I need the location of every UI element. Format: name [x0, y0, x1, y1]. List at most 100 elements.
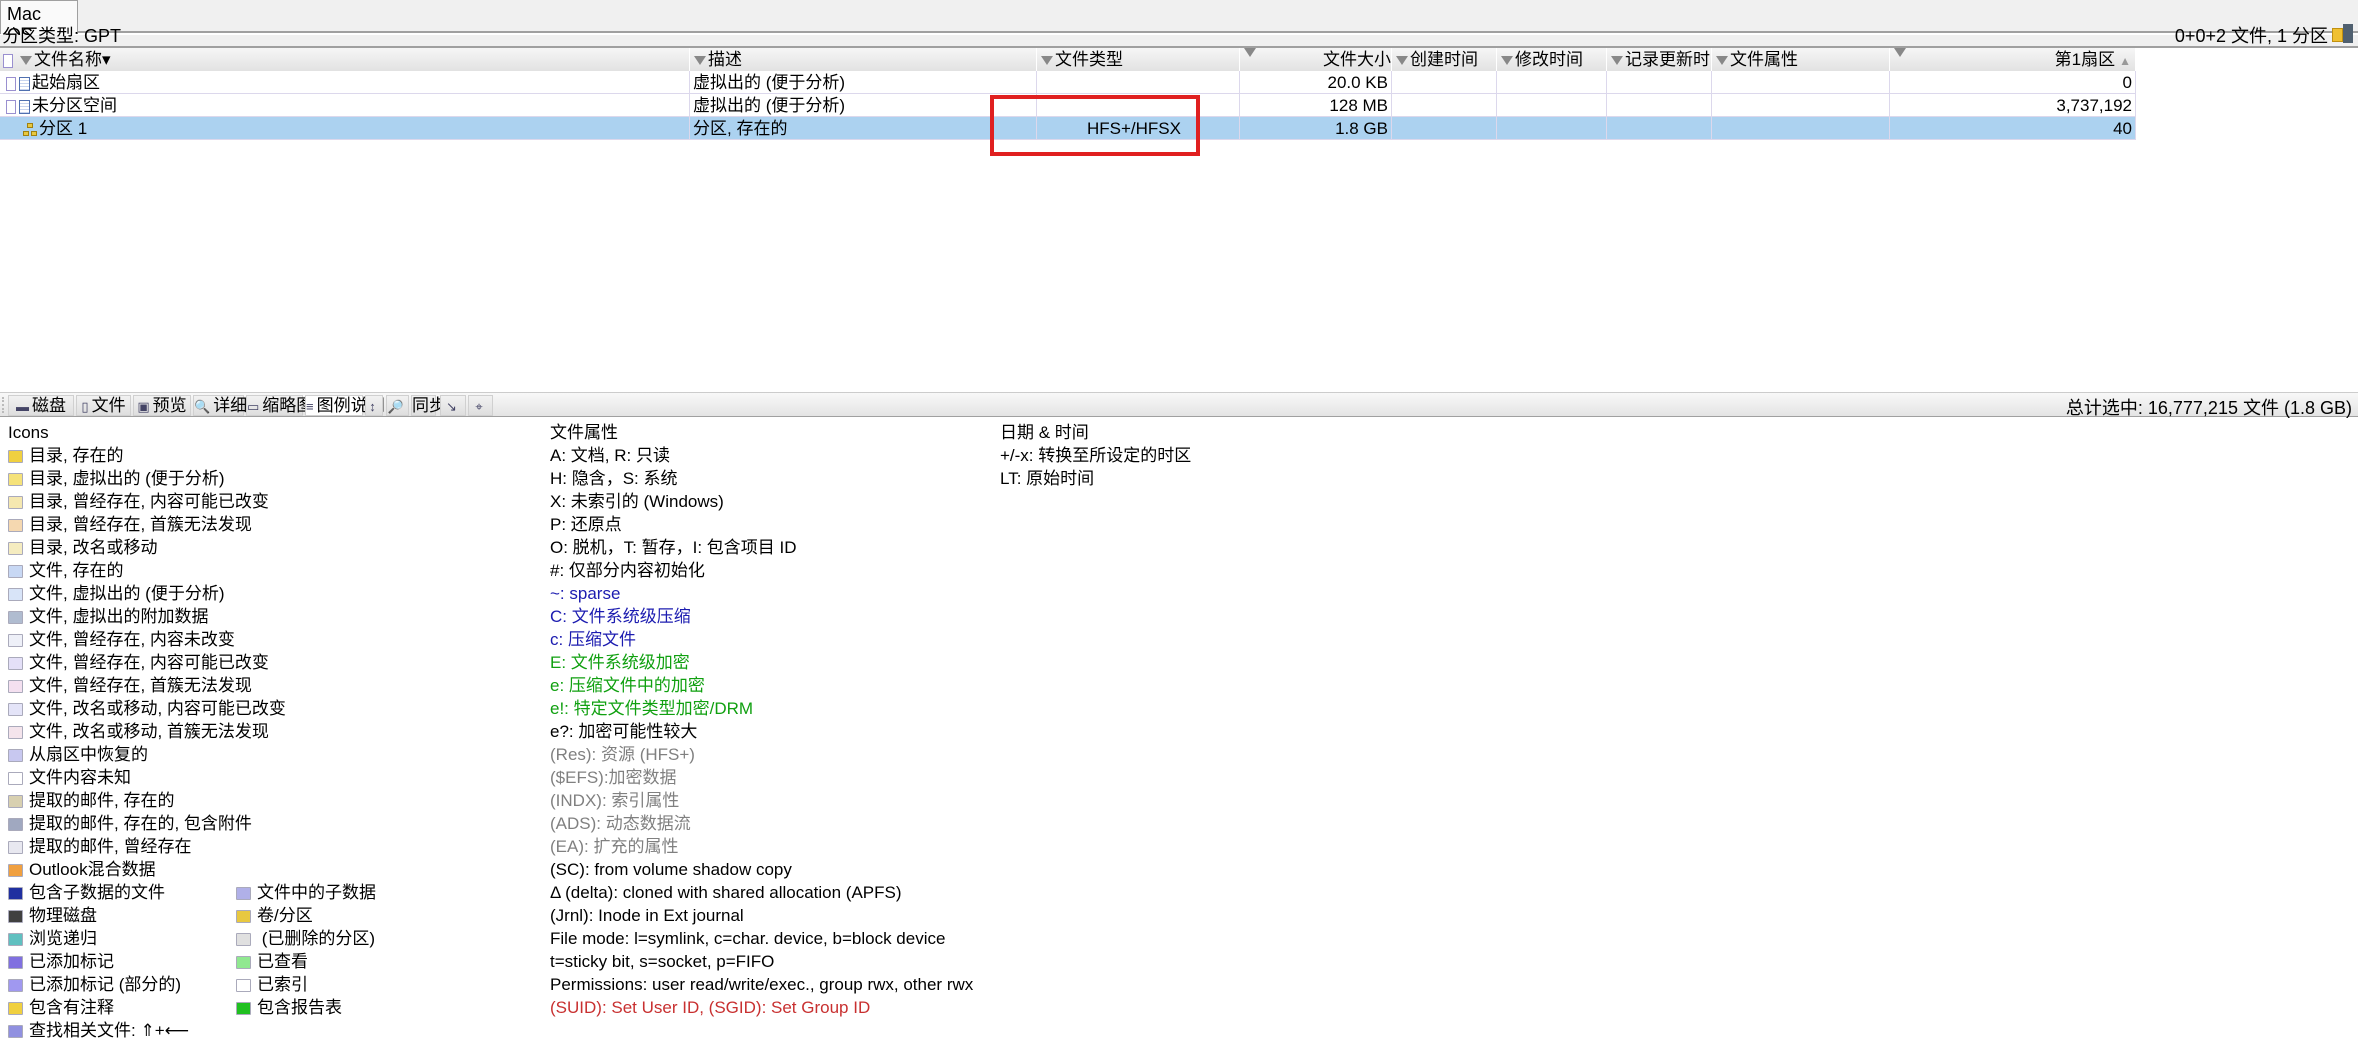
cell-file-attributes	[1712, 117, 1890, 140]
column-header-label: 文件名称	[34, 50, 102, 69]
tab-search-folder[interactable]: 🔎	[386, 395, 409, 416]
legend-icon-item: 目录, 改名或移动	[8, 536, 157, 559]
tab-legend[interactable]: ≡ 图例说明	[305, 395, 385, 416]
legend-text: Δ (delta): cloned with shared allocation…	[550, 883, 902, 902]
legend-attribute-item: (Jrnl): Inode in Ext journal	[550, 904, 744, 927]
legend-item-icon	[8, 841, 23, 855]
filter-icon[interactable]	[1244, 48, 1256, 57]
column-header-file-type[interactable]: 文件类型	[1037, 48, 1240, 71]
legend-attribute-item: File mode: l=symlink, c=char. device, b=…	[550, 927, 945, 950]
filter-icon[interactable]	[1041, 56, 1053, 66]
filter-icon[interactable]	[20, 56, 32, 66]
legend-text: ~: sparse	[550, 584, 621, 603]
row-checkbox[interactable]	[6, 76, 16, 91]
tab-details[interactable]: 🔍 详细	[193, 395, 247, 416]
legend-item-icon	[8, 496, 23, 510]
legend-text: A: 文档, R: 只读	[550, 446, 670, 465]
cell-text: 虚拟出的 (便于分析)	[693, 73, 846, 92]
legend-item-icon	[236, 979, 251, 993]
select-all-checkbox[interactable]	[3, 53, 13, 68]
cell-text: 分区 1	[39, 119, 88, 138]
legend-icon-item: 文件, 改名或移动, 首簇无法发现	[8, 720, 269, 743]
legend-text: 已索引	[257, 975, 308, 994]
cell-description: 分区, 存在的	[690, 117, 1037, 140]
legend-text: Icons	[8, 423, 49, 442]
column-header-file-attributes[interactable]: 文件属性	[1712, 48, 1890, 71]
column-header-file-size[interactable]: 文件大小	[1240, 48, 1392, 71]
legend-attribute-item: ($EFS):加密数据	[550, 766, 677, 789]
legend-icon-item: 卷/分区	[236, 904, 313, 927]
legend-text: 查找相关文件: ⇑+⟵	[29, 1021, 189, 1040]
details-icon: 🔍	[194, 399, 211, 414]
cell-file-size: 128 MB	[1240, 94, 1392, 117]
tab-resize[interactable]: ↕	[365, 395, 383, 416]
legend-attribute-item: ~: sparse	[550, 582, 620, 605]
folder-save-icon[interactable]	[2332, 24, 2354, 44]
legend-item-icon	[236, 933, 251, 947]
legend-icon-item: 提取的邮件, 存在的, 包含附件	[8, 812, 252, 835]
column-header-description[interactable]: 描述	[690, 48, 1037, 71]
cell-record-updated	[1607, 71, 1712, 94]
column-header-first-sector[interactable]: 第1扇区 ▲	[1890, 48, 2136, 71]
table-row[interactable]: 起始扇区 虚拟出的 (便于分析) 20.0 KB 0	[0, 71, 2136, 94]
legend-text: c: 压缩文件	[550, 630, 636, 649]
legend-icon-item: 目录, 虚拟出的 (便于分析)	[8, 467, 225, 490]
legend-attribute-item: C: 文件系统级压缩	[550, 605, 691, 628]
legend-attribute-item: Δ (delta): cloned with shared allocation…	[550, 881, 902, 904]
column-header-label: 文件属性	[1730, 50, 1798, 69]
legend-icon-item: 已添加标记 (部分的)	[8, 973, 181, 996]
legend-text: 文件, 改名或移动, 首簇无法发现	[29, 722, 269, 741]
cell-text: 40	[2113, 119, 2132, 138]
column-header-label: 创建时间	[1410, 50, 1478, 69]
legend-text: (Res): 资源 (HFS+)	[550, 745, 695, 764]
row-checkbox[interactable]	[6, 99, 16, 114]
tab-[interactable]: 同步	[411, 395, 446, 416]
legend-text: 文件, 曾经存在, 内容可能已改变	[29, 653, 269, 672]
tab-file[interactable]: ▯ 文件	[76, 395, 131, 416]
legend-item-icon	[8, 703, 23, 717]
column-header-name[interactable]: 文件名称▾	[0, 48, 690, 71]
column-header-record-updated[interactable]: 记录更新时	[1607, 48, 1712, 71]
legend-text: E: 文件系统级加密	[550, 653, 690, 672]
filter-icon[interactable]	[1396, 56, 1408, 66]
legend-attribute-item: (ADS): 动态数据流	[550, 812, 691, 835]
column-header-modified-time[interactable]: 修改时间	[1497, 48, 1607, 71]
legend-text: C: 文件系统级压缩	[550, 607, 691, 626]
legend-text: 物理磁盘	[29, 906, 97, 925]
legend-icon-item: 文件, 曾经存在, 内容未改变	[8, 628, 235, 651]
legend-icons-title: Icons	[8, 421, 49, 444]
legend-attribute-item: t=sticky bit, s=socket, p=FIFO	[550, 950, 774, 973]
legend-item-icon	[8, 864, 23, 878]
sort-asc-icon: ▲	[2119, 54, 2131, 68]
column-header-label: 修改时间	[1515, 50, 1583, 69]
legend-text: e: 压缩文件中的加密	[550, 676, 705, 695]
column-header-label: 第1扇区	[2054, 50, 2116, 69]
tab-target[interactable]: ⌖	[468, 395, 493, 416]
resize-icon: ↕	[369, 399, 376, 414]
legend-icon-item: 物理磁盘	[8, 904, 97, 927]
tab-preview[interactable]: ▣ 预览	[133, 395, 191, 416]
filter-icon[interactable]	[1501, 56, 1513, 66]
filter-icon[interactable]	[1894, 48, 1906, 57]
filter-icon[interactable]	[694, 56, 706, 66]
grip-handle[interactable]	[2, 397, 6, 413]
filter-icon[interactable]	[1716, 56, 1728, 66]
legend-attribute-item: e!: 特定文件类型加密/DRM	[550, 697, 753, 720]
legend-text: X: 未索引的 (Windows)	[550, 492, 724, 511]
sort-desc-icon: ▾	[102, 50, 111, 69]
arrow-icon: ↘	[446, 399, 457, 414]
partition-type: 分区类型: GPT	[2, 26, 122, 46]
virtual-file-icon	[19, 99, 30, 114]
filter-icon[interactable]	[1611, 56, 1623, 66]
tab-arrow[interactable]: ↘	[440, 395, 466, 416]
tab-thumbnail[interactable]: ▭ 缩略图	[246, 395, 313, 416]
tab-disk[interactable]: ▬ 磁盘	[8, 395, 74, 416]
legend-icon-item: 目录, 曾经存在, 内容可能已改变	[8, 490, 269, 513]
legend-item-icon	[8, 749, 23, 763]
legend-attribute-item: (Res): 资源 (HFS+)	[550, 743, 695, 766]
column-header-created-time[interactable]: 创建时间	[1392, 48, 1497, 71]
legend-text: 包含子数据的文件	[29, 883, 165, 902]
legend-item-icon	[8, 933, 23, 947]
legend-text: (已删除的分区)	[257, 929, 376, 948]
legend-icon-item: 已添加标记	[8, 950, 114, 973]
